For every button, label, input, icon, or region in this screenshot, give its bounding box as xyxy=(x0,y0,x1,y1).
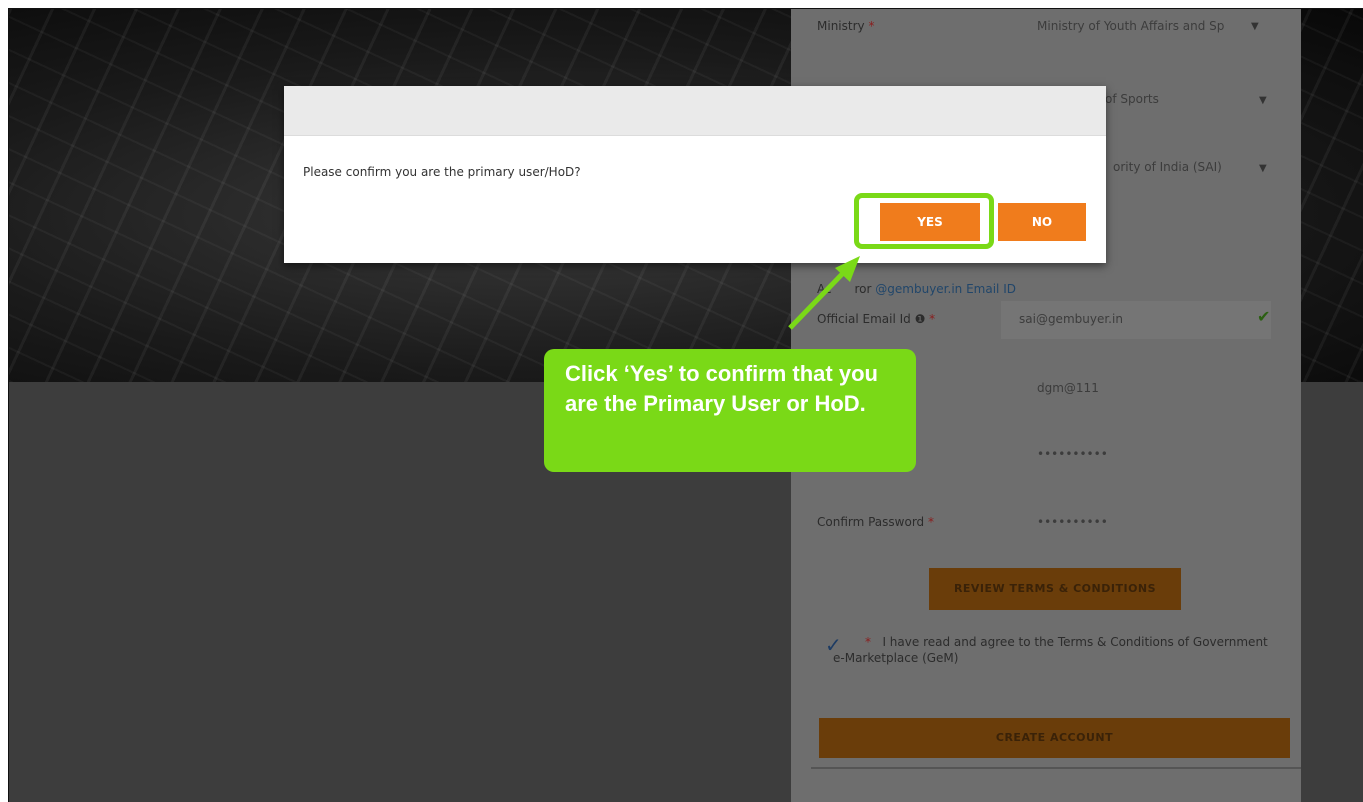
organisation-select[interactable]: ority of India (SAI) xyxy=(1113,160,1222,174)
confirm-password-label: Confirm Password * xyxy=(817,515,934,529)
no-button[interactable]: NO xyxy=(998,203,1086,241)
pointer-arrow-icon xyxy=(788,256,860,330)
chevron-down-icon: ▼ xyxy=(1259,95,1267,106)
instruction-callout: Click ‘Yes’ to confirm that you are the … xyxy=(544,349,916,472)
confirm-password-field[interactable]: •••••••••• xyxy=(1037,515,1108,529)
ministry-label: Ministry * xyxy=(817,19,875,33)
chevron-down-icon: ▼ xyxy=(1259,163,1267,174)
yes-highlight-box xyxy=(854,193,994,249)
ministry-select[interactable]: Ministry of Youth Affairs and Sp xyxy=(1037,19,1224,33)
review-terms-button[interactable]: REVIEW TERMS & CONDITIONS xyxy=(929,568,1181,610)
password-field[interactable]: •••••••••• xyxy=(1037,447,1108,461)
create-account-button[interactable]: CREATE ACCOUNT xyxy=(819,718,1290,758)
chevron-down-icon: ▼ xyxy=(1251,21,1259,32)
department-select[interactable]: of Sports xyxy=(1105,92,1159,106)
agree-text: * I have read and agree to the Terms & C… xyxy=(833,635,1268,665)
dialog-header xyxy=(284,86,1106,136)
info-icon: ❶ xyxy=(914,312,926,326)
check-icon: ✔ xyxy=(1257,307,1271,326)
divider xyxy=(811,767,1301,769)
gembuyer-link[interactable]: @gembuyer.in xyxy=(875,282,962,296)
user-id-field[interactable]: dgm@111 xyxy=(1037,381,1099,395)
official-email-field[interactable]: sai@gembuyer.in xyxy=(1001,301,1271,339)
dialog-message: Please confirm you are the primary user/… xyxy=(303,165,581,179)
